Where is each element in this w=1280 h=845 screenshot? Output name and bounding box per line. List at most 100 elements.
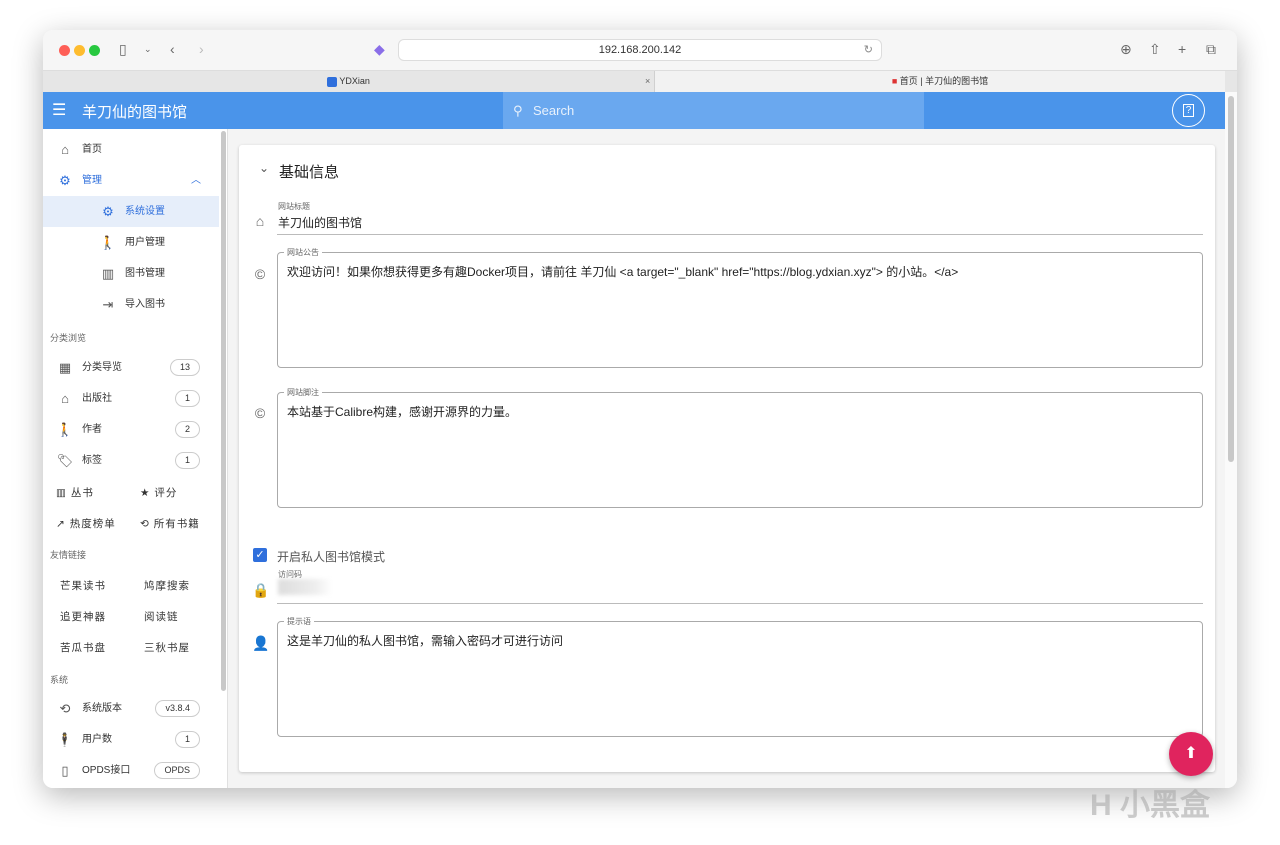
friend-link[interactable]: 苦瓜书盘 [60,640,106,655]
tab-library[interactable]: ■ 首页 | 羊刀仙的图书馆 [655,71,1225,92]
books-icon: ▥ [56,487,67,499]
menu-icon[interactable]: ☰ [52,100,66,120]
chevron-up-icon: ︿ [191,175,201,186]
hint-textarea[interactable]: 提示语 这是羊刀仙的私人图书馆，需输入密码才可进行访问 [277,616,1203,737]
watermark-logo: H 小黑盒 [1090,789,1210,822]
sidebar-item-admin[interactable]: ⚙ 管理 ︿ [43,165,219,196]
section-title[interactable]: 基础信息 [279,161,339,182]
extension-icon[interactable]: ◆ [374,41,385,58]
reload-icon[interactable]: ↻ [864,40,873,60]
private-mode-checkbox[interactable]: ✓ [253,548,267,562]
count-badge: 2 [174,421,200,438]
history-icon: ⟲ [59,701,71,716]
browser-toolbar: ▯ ⌄ ‹ › ◆ 192.168.200.142 ↻ ⊕ ⇧ + ⧉ [43,30,1237,70]
friend-link[interactable]: 阅读链 [144,609,179,624]
footer-text: 本站基于Calibre构建，感谢开源界的力量。 [287,405,518,419]
label: 用户数 [82,734,112,745]
zoom-window-button[interactable] [89,45,100,56]
dashboard-icon: ▦ [58,360,72,375]
access-code-input-blurred[interactable] [278,579,332,595]
notice-textarea[interactable]: 网站公告 欢迎访问！如果你想获得更多有趣Docker项目，请前往 羊刀仙 <a t… [277,247,1203,368]
sidebar-item-rating[interactable]: ★ 评分 [140,485,177,500]
label: 系统版本 [82,703,122,714]
sidebar-item-categories[interactable]: ▦ 分类导览 13 [43,352,219,383]
count-badge: 1 [174,731,200,748]
sidebar-item-publishers[interactable]: ⌂ 出版社 1 [43,383,219,414]
footer-label: 网站脚注 [284,387,322,398]
search-placeholder: Search [533,103,575,118]
sidebar-toggle-icon[interactable]: ▯ [119,41,127,58]
tab-label: YDXian [339,76,370,86]
person-icon: 👤 [252,635,270,651]
back-icon[interactable]: ‹ [170,41,175,57]
label: 系统设置 [125,206,165,217]
sidebar-item-user-count[interactable]: 🕴 用户数 1 [43,724,219,755]
label: 分类导览 [82,362,122,373]
forward-icon[interactable]: › [199,41,204,57]
sidebar-item-opds[interactable]: ▯ OPDS接口 OPDS [43,755,219,786]
sidebar-item-hot[interactable]: ↗ 热度榜单 [56,516,116,531]
close-window-button[interactable] [59,45,70,56]
label: 评分 [154,487,178,499]
label: 标签 [82,455,102,466]
chevron-down-icon[interactable]: ⌄ [259,161,269,175]
app-bar: ☰ 羊刀仙的图书馆 ⚲ Search ? [43,92,1225,129]
history-icon: ⟲ [140,518,150,530]
search-input[interactable]: ⚲ Search [503,92,924,129]
sidebar-item-import[interactable]: ⇥ 导入图书 [43,289,219,320]
friend-link[interactable]: 追更神器 [60,609,106,624]
tab-label: 首页 | 羊刀仙的图书馆 [899,76,989,86]
sidebar-item-home[interactable]: ⌂ 首页 [43,134,219,165]
page-scrollbar[interactable] [1225,92,1237,788]
address-bar[interactable]: 192.168.200.142 ↻ [398,39,882,61]
home-icon: ⌂ [61,142,69,157]
sidebar-item-users[interactable]: 🚶 用户管理 [43,227,219,258]
input-underline [277,603,1203,604]
count-badge: 1 [174,390,200,407]
site-title-label: 网站标题 [278,202,310,211]
friend-link[interactable]: 芒果读书 [60,578,106,593]
tab-ydxian[interactable]: YDXian [43,71,655,92]
sidebar-scrollbar[interactable] [221,131,226,691]
sidebar-item-version[interactable]: ⟲ 系统版本 v3.8.4 [43,693,219,724]
star-half-icon: ★ [140,487,151,499]
share-icon[interactable]: ⇧ [1149,41,1161,58]
browser-window: ▯ ⌄ ‹ › ◆ 192.168.200.142 ↻ ⊕ ⇧ + ⧉ YDXia… [43,30,1237,788]
help-button[interactable]: ? [1172,94,1205,127]
sidebar-item-all-books[interactable]: ⟲ 所有书籍 [140,516,200,531]
book-favicon-icon: ■ [891,76,898,86]
download-icon[interactable]: ⊕ [1120,41,1132,58]
friend-link[interactable]: 三秋书屋 [144,640,190,655]
home-icon: ⌂ [255,213,265,229]
gear-icon: ⚙ [102,204,114,219]
private-mode-label: 开启私人图书馆模式 [277,550,386,564]
sidebar-item-series[interactable]: ▥ 丛书 [56,485,94,500]
label: 作者 [82,424,102,435]
label: 热度榜单 [69,518,116,530]
opds-badge: OPDS [154,762,200,779]
footer-textarea[interactable]: 网站脚注本站基于Calibre构建，感谢开源界的力量。 [277,387,1203,508]
settings-card: ⌄ 基础信息 ⌂ 网站标题 羊刀仙的图书馆 © 网站公告 欢迎访问！如果你想获得更… [239,145,1215,772]
scrollbar-thumb[interactable] [1228,96,1234,462]
input-underline [277,234,1203,235]
import-icon: ⇥ [102,297,114,312]
section-links: 友情链接 [50,550,87,560]
sidebar-item-books[interactable]: ▥ 图书管理 [43,258,219,289]
chevron-down-icon[interactable]: ⌄ [144,44,152,55]
sidebar-item-authors[interactable]: 🚶 作者 2 [43,414,219,445]
tab-overview-icon[interactable]: ⧉ [1206,41,1216,58]
upload-icon: ⬆ [1184,745,1198,762]
new-tab-icon[interactable]: + [1178,41,1186,57]
label: 图书管理 [125,268,165,279]
save-fab-button[interactable]: ⬆ [1169,732,1213,776]
close-tab-button[interactable]: × [645,71,650,92]
friend-link[interactable]: 鸠摩搜索 [144,578,190,593]
minimize-window-button[interactable] [74,45,85,56]
sidebar-item-settings[interactable]: ⚙ 系统设置 [43,196,219,227]
version-badge: v3.8.4 [155,700,200,717]
copyright-icon: © [254,405,266,421]
search-icon: ⚲ [513,103,523,118]
site-title-input[interactable]: 羊刀仙的图书馆 [278,214,362,231]
sidebar-item-tags[interactable]: 🏷 标签 1 [43,445,219,476]
label: 管理 [82,175,102,186]
